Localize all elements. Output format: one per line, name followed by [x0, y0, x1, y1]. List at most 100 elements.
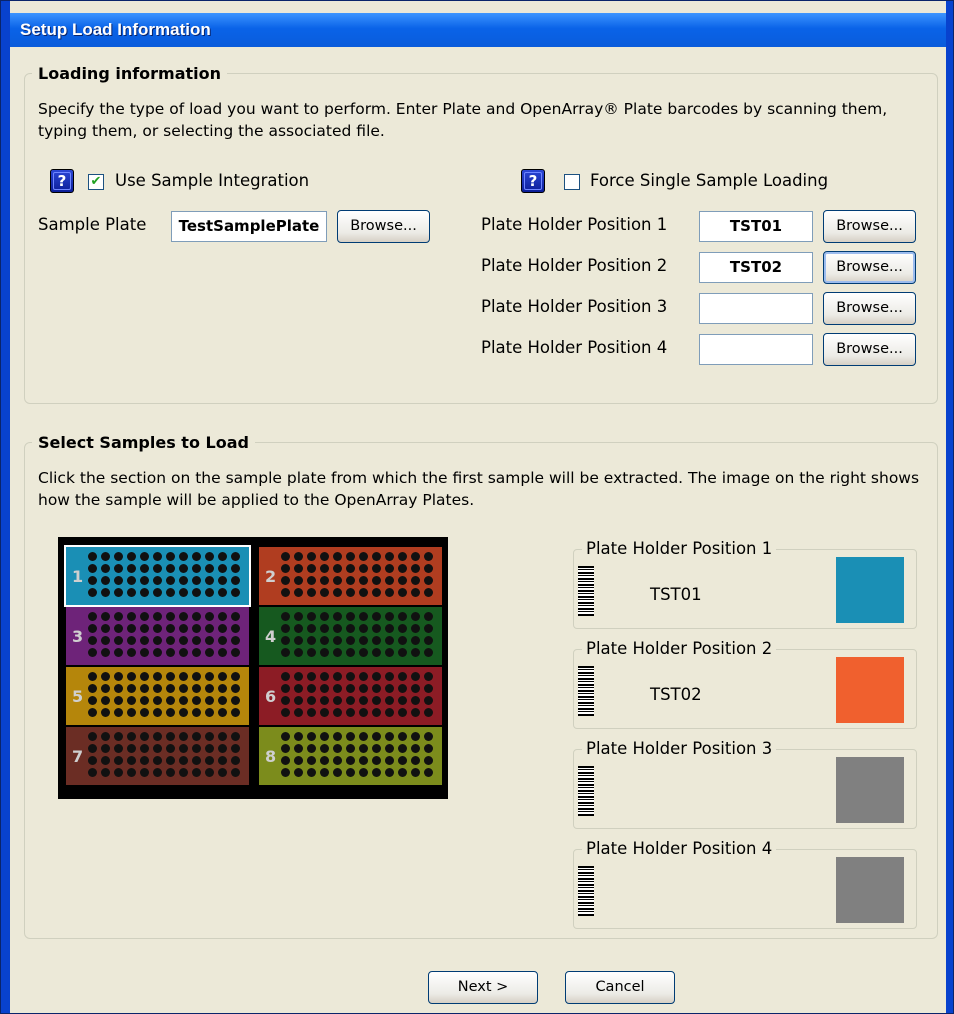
- plate-holder-3-browse-button[interactable]: Browse...: [823, 292, 916, 325]
- well: [398, 708, 407, 717]
- well: [385, 612, 394, 621]
- well: [359, 636, 368, 645]
- plate-holder-2-browse-button[interactable]: Browse...: [823, 251, 916, 284]
- well: [140, 708, 149, 717]
- sample-plate-browse-button[interactable]: Browse...: [337, 210, 430, 243]
- well: [346, 648, 355, 657]
- well: [231, 696, 240, 705]
- well: [114, 648, 123, 657]
- well: [205, 768, 214, 777]
- well: [153, 588, 162, 597]
- plate-section-4[interactable]: 4: [259, 607, 442, 665]
- well: [398, 732, 407, 741]
- well: [346, 768, 355, 777]
- plate-section-6[interactable]: 6: [259, 667, 442, 725]
- well: [127, 672, 136, 681]
- well: [411, 636, 420, 645]
- force-single-sample-checkbox[interactable]: [564, 174, 580, 190]
- well: [88, 732, 97, 741]
- sample-plate-label: Sample Plate: [38, 215, 147, 234]
- title-bar[interactable]: Setup Load Information: [10, 13, 946, 47]
- well: [320, 684, 329, 693]
- plate-section-2[interactable]: 2: [259, 547, 442, 605]
- well: [320, 576, 329, 585]
- plate-holder-preview-2: Plate Holder Position 2 TST02: [573, 639, 917, 729]
- well: [192, 624, 201, 633]
- well: [192, 552, 201, 561]
- well: [333, 684, 342, 693]
- plate-holder-3-label: Plate Holder Position 3: [481, 297, 668, 316]
- well: [205, 624, 214, 633]
- well: [153, 768, 162, 777]
- well: [385, 588, 394, 597]
- well: [179, 648, 188, 657]
- well: [333, 624, 342, 633]
- well: [192, 708, 201, 717]
- sample-plate-input[interactable]: TestSamplePlate: [171, 211, 327, 242]
- well: [114, 672, 123, 681]
- well: [346, 732, 355, 741]
- well: [424, 576, 433, 585]
- plate-section-3[interactable]: 3: [66, 607, 249, 665]
- well: [231, 732, 240, 741]
- well: [88, 756, 97, 765]
- plate-holder-color-swatch: [836, 657, 904, 723]
- force-single-sample-label[interactable]: Force Single Sample Loading: [590, 171, 828, 190]
- plate-holder-3-input[interactable]: [699, 293, 813, 324]
- use-sample-integration-label[interactable]: Use Sample Integration: [115, 171, 309, 190]
- well: [218, 696, 227, 705]
- well: [385, 636, 394, 645]
- well: [101, 768, 110, 777]
- well: [411, 732, 420, 741]
- plate-holder-2-input[interactable]: TST02: [699, 252, 813, 283]
- well: [307, 744, 316, 753]
- plate-holder-1-browse-button[interactable]: Browse...: [823, 210, 916, 243]
- use-sample-integration-help-icon[interactable]: ?: [50, 169, 74, 193]
- plate-section-8[interactable]: 8: [259, 727, 442, 785]
- well: [231, 684, 240, 693]
- cancel-button[interactable]: Cancel: [565, 971, 675, 1004]
- well: [140, 636, 149, 645]
- next-button[interactable]: Next >: [428, 971, 538, 1004]
- well: [179, 756, 188, 765]
- plate-section-number: 8: [265, 747, 277, 766]
- well: [127, 768, 136, 777]
- well: [294, 684, 303, 693]
- well: [346, 696, 355, 705]
- well: [192, 732, 201, 741]
- well: [205, 636, 214, 645]
- plate-holder-4-browse-button[interactable]: Browse...: [823, 333, 916, 366]
- well: [88, 612, 97, 621]
- well: [114, 624, 123, 633]
- plate-section-5[interactable]: 5: [66, 667, 249, 725]
- plate-section-1[interactable]: 1: [64, 545, 251, 607]
- plate-holder-4-input[interactable]: [699, 334, 813, 365]
- well: [192, 636, 201, 645]
- well: [411, 564, 420, 573]
- well: [307, 684, 316, 693]
- well: [307, 648, 316, 657]
- force-single-help-icon[interactable]: ?: [521, 169, 545, 193]
- well: [218, 756, 227, 765]
- well: [205, 552, 214, 561]
- well: [101, 648, 110, 657]
- well: [320, 744, 329, 753]
- well: [153, 648, 162, 657]
- well: [166, 732, 175, 741]
- plate-holder-1-input[interactable]: TST01: [699, 211, 813, 242]
- well: [114, 696, 123, 705]
- plate-holder-preview-title: Plate Holder Position 4: [582, 839, 777, 858]
- well: [166, 708, 175, 717]
- use-sample-integration-checkbox[interactable]: ✔: [88, 174, 104, 190]
- well: [424, 708, 433, 717]
- plate-section-7[interactable]: 7: [66, 727, 249, 785]
- well: [307, 624, 316, 633]
- sample-plate-map[interactable]: 1 2 3 4 5 6 7 8: [58, 537, 448, 799]
- well: [424, 588, 433, 597]
- well: [294, 768, 303, 777]
- well: [372, 744, 381, 753]
- plate-section-number: 3: [72, 627, 84, 646]
- well: [192, 684, 201, 693]
- well: [281, 588, 290, 597]
- well: [294, 732, 303, 741]
